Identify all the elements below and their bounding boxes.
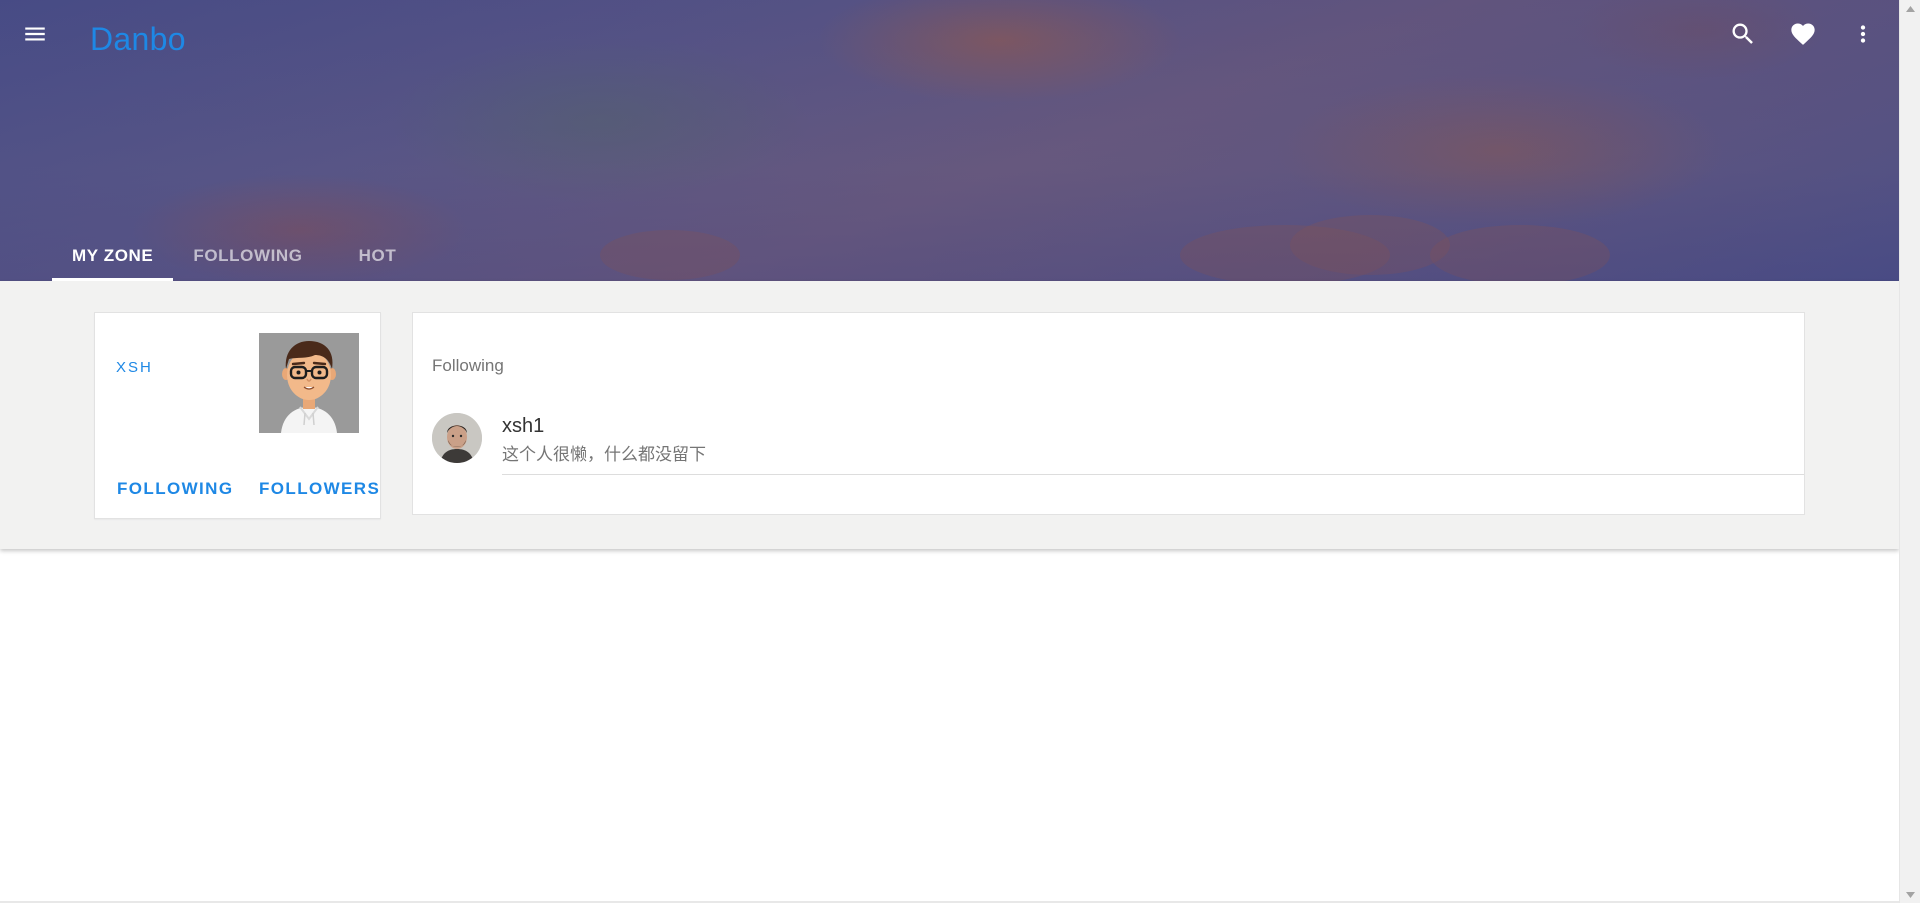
search-icon (1732, 23, 1753, 44)
search-button[interactable] (1721, 12, 1765, 56)
vertical-scrollbar[interactable] (1899, 0, 1920, 903)
profile-card: XSH FOLLOWING FOLLOWERS (94, 312, 381, 519)
chevron-up-icon (1906, 5, 1915, 12)
user-avatar[interactable] (432, 413, 482, 463)
avatar-illustration (259, 333, 359, 433)
list-divider (502, 474, 1804, 475)
profile-avatar[interactable] (259, 333, 359, 433)
banner-decoration (600, 230, 740, 280)
header-banner: Danbo MY ZONE FOLLOWING HOT (0, 0, 1899, 281)
more-vert-icon (1860, 25, 1866, 43)
main-content: XSH FOLLOWING FOLLOWERS Following xsh1 这… (0, 281, 1899, 549)
menu-button[interactable] (13, 12, 57, 56)
scroll-up-button[interactable] (1900, 0, 1920, 17)
chevron-down-icon (1906, 891, 1915, 898)
tab-my-zone[interactable]: MY ZONE (52, 230, 174, 281)
banner-decoration (1290, 215, 1450, 275)
favorites-button[interactable] (1781, 12, 1825, 56)
profile-stats: FOLLOWING FOLLOWERS (95, 473, 380, 505)
app-viewport: Danbo MY ZONE FOLLOWING HOT XSH FOLLOWIN… (0, 0, 1899, 903)
more-options-button[interactable] (1841, 12, 1885, 56)
banner-decoration (1430, 225, 1610, 281)
app-title[interactable]: Danbo (90, 19, 186, 59)
following-panel: Following xsh1 这个人很懒，什么都没留下 (412, 312, 1805, 515)
profile-followers-link[interactable]: FOLLOWERS (259, 473, 380, 505)
tab-bar: MY ZONE FOLLOWING HOT (52, 230, 416, 281)
avatar-photo (432, 413, 482, 463)
top-app-bar: Danbo (0, 0, 1899, 72)
user-bio: 这个人很懒，什么都没留下 (502, 445, 706, 464)
list-item[interactable]: xsh1 这个人很懒，什么都没留下 (413, 413, 1804, 485)
heart-icon (1791, 23, 1815, 45)
profile-following-link[interactable]: FOLLOWING (117, 473, 233, 505)
profile-name[interactable]: XSH (116, 359, 153, 376)
user-name[interactable]: xsh1 (502, 415, 544, 438)
following-panel-title: Following (432, 356, 504, 375)
tab-hot[interactable]: HOT (339, 230, 417, 281)
tab-following[interactable]: FOLLOWING (173, 230, 322, 281)
menu-icon (25, 27, 45, 41)
scroll-down-button[interactable] (1900, 886, 1920, 903)
